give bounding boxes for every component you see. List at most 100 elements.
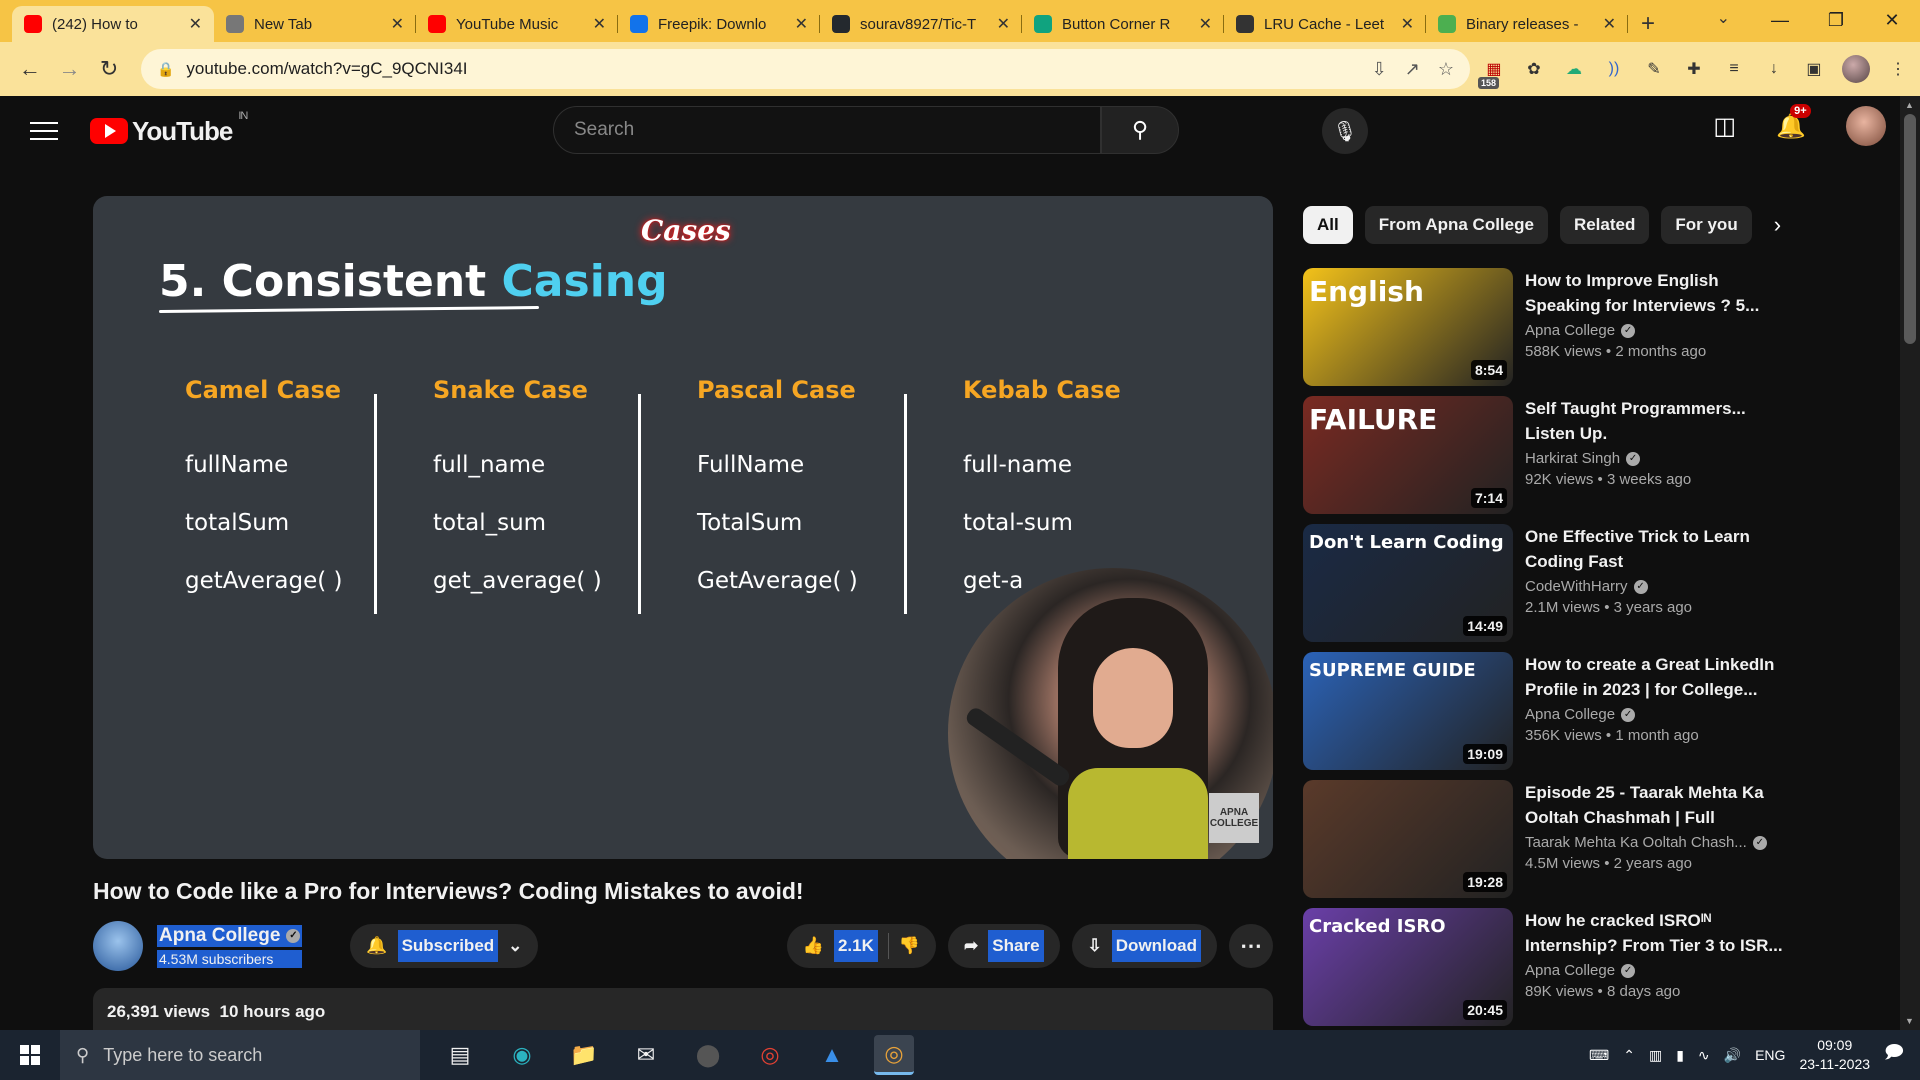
recommended-video[interactable]: 19:28 Episode 25 - Taarak Mehta Ka Ooltah… <box>1303 780 1803 908</box>
recommended-channel[interactable]: Apna College <box>1525 322 1615 339</box>
app-shield-icon[interactable]: ⬤ <box>688 1035 728 1075</box>
new-tab-button[interactable]: + <box>1628 6 1668 42</box>
share-page-icon[interactable]: ↗ <box>1405 59 1420 80</box>
browser-tab[interactable]: Button Corner R ✕ <box>1022 6 1224 42</box>
back-button[interactable]: ← <box>10 49 50 89</box>
restore-button[interactable]: ❐ <box>1808 0 1864 40</box>
browser-tab[interactable]: (242) How to ✕ <box>12 6 214 42</box>
recommended-channel[interactable]: CodeWithHarry <box>1525 578 1628 595</box>
battery-icon[interactable]: ▮ <box>1676 1047 1684 1064</box>
close-tab-icon[interactable]: ✕ <box>1401 14 1414 34</box>
scroll-up-arrow-icon[interactable]: ▲ <box>1905 100 1914 110</box>
filter-chip[interactable]: Related <box>1559 206 1650 244</box>
filter-chip[interactable]: All <box>1303 206 1353 244</box>
user-avatar[interactable] <box>1846 106 1886 146</box>
close-tab-icon[interactable]: ✕ <box>795 14 808 34</box>
video-thumbnail[interactable]: 19:28 <box>1303 780 1513 898</box>
minimize-button[interactable]: — <box>1752 0 1808 40</box>
video-thumbnail[interactable]: English 8:54 <box>1303 268 1513 386</box>
install-app-icon[interactable]: ⇩ <box>1372 59 1387 80</box>
recommended-channel[interactable]: Taarak Mehta Ka Ooltah Chash... <box>1525 834 1747 851</box>
close-tab-icon[interactable]: ✕ <box>391 14 404 34</box>
video-thumbnail[interactable]: FAILURE 7:14 <box>1303 396 1513 514</box>
side-panel-icon[interactable]: ▣ <box>1802 57 1826 81</box>
taskbar-search-input[interactable]: ⚲ Type here to search <box>60 1030 420 1080</box>
recommended-video[interactable]: SUPREME GUIDE 19:09 How to create a Great … <box>1303 652 1803 780</box>
chips-next-arrow-icon[interactable]: › <box>1774 212 1781 238</box>
filter-chip[interactable]: From Apna College <box>1364 206 1548 244</box>
browser-tab[interactable]: New Tab ✕ <box>214 6 416 42</box>
more-actions-button[interactable]: ⋯ <box>1229 924 1273 968</box>
reading-list-icon[interactable]: ≡ <box>1722 57 1746 81</box>
tab-search-chevron-icon[interactable]: ⌄ <box>1717 8 1730 28</box>
like-button[interactable]: 👍 <box>803 936 824 956</box>
channel-name-link[interactable]: Apna College ✓ <box>157 924 303 947</box>
audio-extension-icon[interactable]: )) <box>1602 57 1626 81</box>
recommended-channel[interactable]: Apna College <box>1525 706 1615 723</box>
start-button[interactable] <box>0 1030 60 1080</box>
subscribed-button[interactable]: 🔔 Subscribed ⌄ <box>350 924 539 968</box>
share-button[interactable]: ➦ Share <box>948 924 1060 968</box>
download-button[interactable]: ⇩ Download <box>1071 924 1217 968</box>
recommended-video[interactable]: English 8:54 How to Improve English Speaki… <box>1303 268 1803 396</box>
language-indicator[interactable]: ENG <box>1755 1047 1785 1063</box>
filter-chip[interactable]: For you <box>1661 206 1752 244</box>
address-bar[interactable]: 🔒 youtube.com/watch?v=gC_9QCNI34I ⇩ ↗ ☆ <box>140 49 1470 89</box>
search-input[interactable]: Search <box>553 106 1101 154</box>
recommended-title[interactable]: How he cracked ISROᴵᴺ Internship? From T… <box>1525 908 1785 958</box>
recommended-title[interactable]: One Effective Trick to Learn Coding Fast <box>1525 524 1785 574</box>
menu-hamburger-icon[interactable] <box>30 122 58 140</box>
keyboard-icon[interactable]: ⌨ <box>1589 1047 1609 1064</box>
create-video-icon[interactable]: ◫ <box>1713 112 1736 141</box>
forward-button[interactable]: → <box>50 49 90 89</box>
channel-avatar[interactable] <box>93 921 143 971</box>
notifications-center-icon[interactable]: 🗩 <box>1884 1040 1904 1070</box>
recommended-title[interactable]: Self Taught Programmers... Listen Up. <box>1525 396 1785 446</box>
search-button[interactable]: ⚲ <box>1101 106 1179 154</box>
browser-tab[interactable]: Freepik: Downlo ✕ <box>618 6 820 42</box>
cloud-extension-icon[interactable]: ☁ <box>1562 57 1586 81</box>
bug-extension-icon[interactable]: ✿ <box>1522 57 1546 81</box>
volume-icon[interactable]: 🔊 <box>1724 1047 1741 1064</box>
chrome-icon[interactable]: ◎ <box>750 1035 790 1075</box>
browser-profile-avatar[interactable] <box>1841 55 1870 83</box>
scroll-down-arrow-icon[interactable]: ▼ <box>1905 1016 1914 1026</box>
notifications-bell-icon[interactable]: 🔔 9+ <box>1776 103 1811 141</box>
dislike-button[interactable]: 👎 <box>899 936 920 956</box>
close-tab-icon[interactable]: ✕ <box>593 14 606 34</box>
recommended-channel[interactable]: Apna College <box>1525 962 1615 979</box>
browser-tab[interactable]: sourav8927/Tic-T ✕ <box>820 6 1022 42</box>
close-tab-icon[interactable]: ✕ <box>997 14 1010 34</box>
mail-icon[interactable]: ✉ <box>626 1035 666 1075</box>
close-tab-icon[interactable]: ✕ <box>1199 14 1212 34</box>
browser-tab[interactable]: LRU Cache - Leet ✕ <box>1224 6 1426 42</box>
reload-button[interactable]: ↻ <box>89 49 129 89</box>
recommended-video[interactable]: Don't Learn Coding 14:49 One Effective Tri… <box>1303 524 1803 652</box>
task-view-icon[interactable]: ▤ <box>440 1035 480 1075</box>
close-tab-icon[interactable]: ✕ <box>1603 14 1616 34</box>
recommended-video[interactable]: Cracked ISRO 20:45 How he cracked ISROᴵᴺ I… <box>1303 908 1803 1036</box>
close-window-button[interactable]: ✕ <box>1864 0 1920 40</box>
clock[interactable]: 09:09 23-11-2023 <box>1799 1036 1870 1074</box>
recommended-title[interactable]: Episode 25 - Taarak Mehta Ka Ooltah Chas… <box>1525 780 1785 830</box>
close-tab-icon[interactable]: ✕ <box>189 14 202 34</box>
recommended-channel[interactable]: Harkirat Singh <box>1525 450 1620 467</box>
video-thumbnail[interactable]: Cracked ISRO 20:45 <box>1303 908 1513 1026</box>
recommended-title[interactable]: How to Improve English Speaking for Inte… <box>1525 268 1785 318</box>
video-thumbnail[interactable]: Don't Learn Coding 14:49 <box>1303 524 1513 642</box>
edge-icon[interactable]: ◉ <box>502 1035 542 1075</box>
calendar-extension-icon[interactable]: ▦ 158 <box>1477 57 1506 89</box>
browser-menu-icon[interactable]: ⋮ <box>1886 57 1910 81</box>
chrome-canary-icon[interactable]: ◎ <box>874 1035 914 1075</box>
color-picker-extension-icon[interactable]: ✎ <box>1642 57 1666 81</box>
puzzle-extensions-icon[interactable]: ✚ <box>1682 57 1706 81</box>
show-hidden-icons-chevron-icon[interactable]: ⌃ <box>1623 1047 1635 1064</box>
voice-search-button[interactable]: 🎙 <box>1322 108 1368 154</box>
browser-tab[interactable]: Binary releases - ✕ <box>1426 6 1628 42</box>
scrollbar-thumb[interactable] <box>1904 114 1916 344</box>
file-explorer-icon[interactable]: 📁 <box>564 1035 604 1075</box>
browser-tab[interactable]: YouTube Music ✕ <box>416 6 618 42</box>
video-thumbnail[interactable]: SUPREME GUIDE 19:09 <box>1303 652 1513 770</box>
page-scrollbar[interactable]: ▲ ▼ <box>1900 96 1920 1030</box>
bookmark-star-icon[interactable]: ☆ <box>1438 59 1454 80</box>
